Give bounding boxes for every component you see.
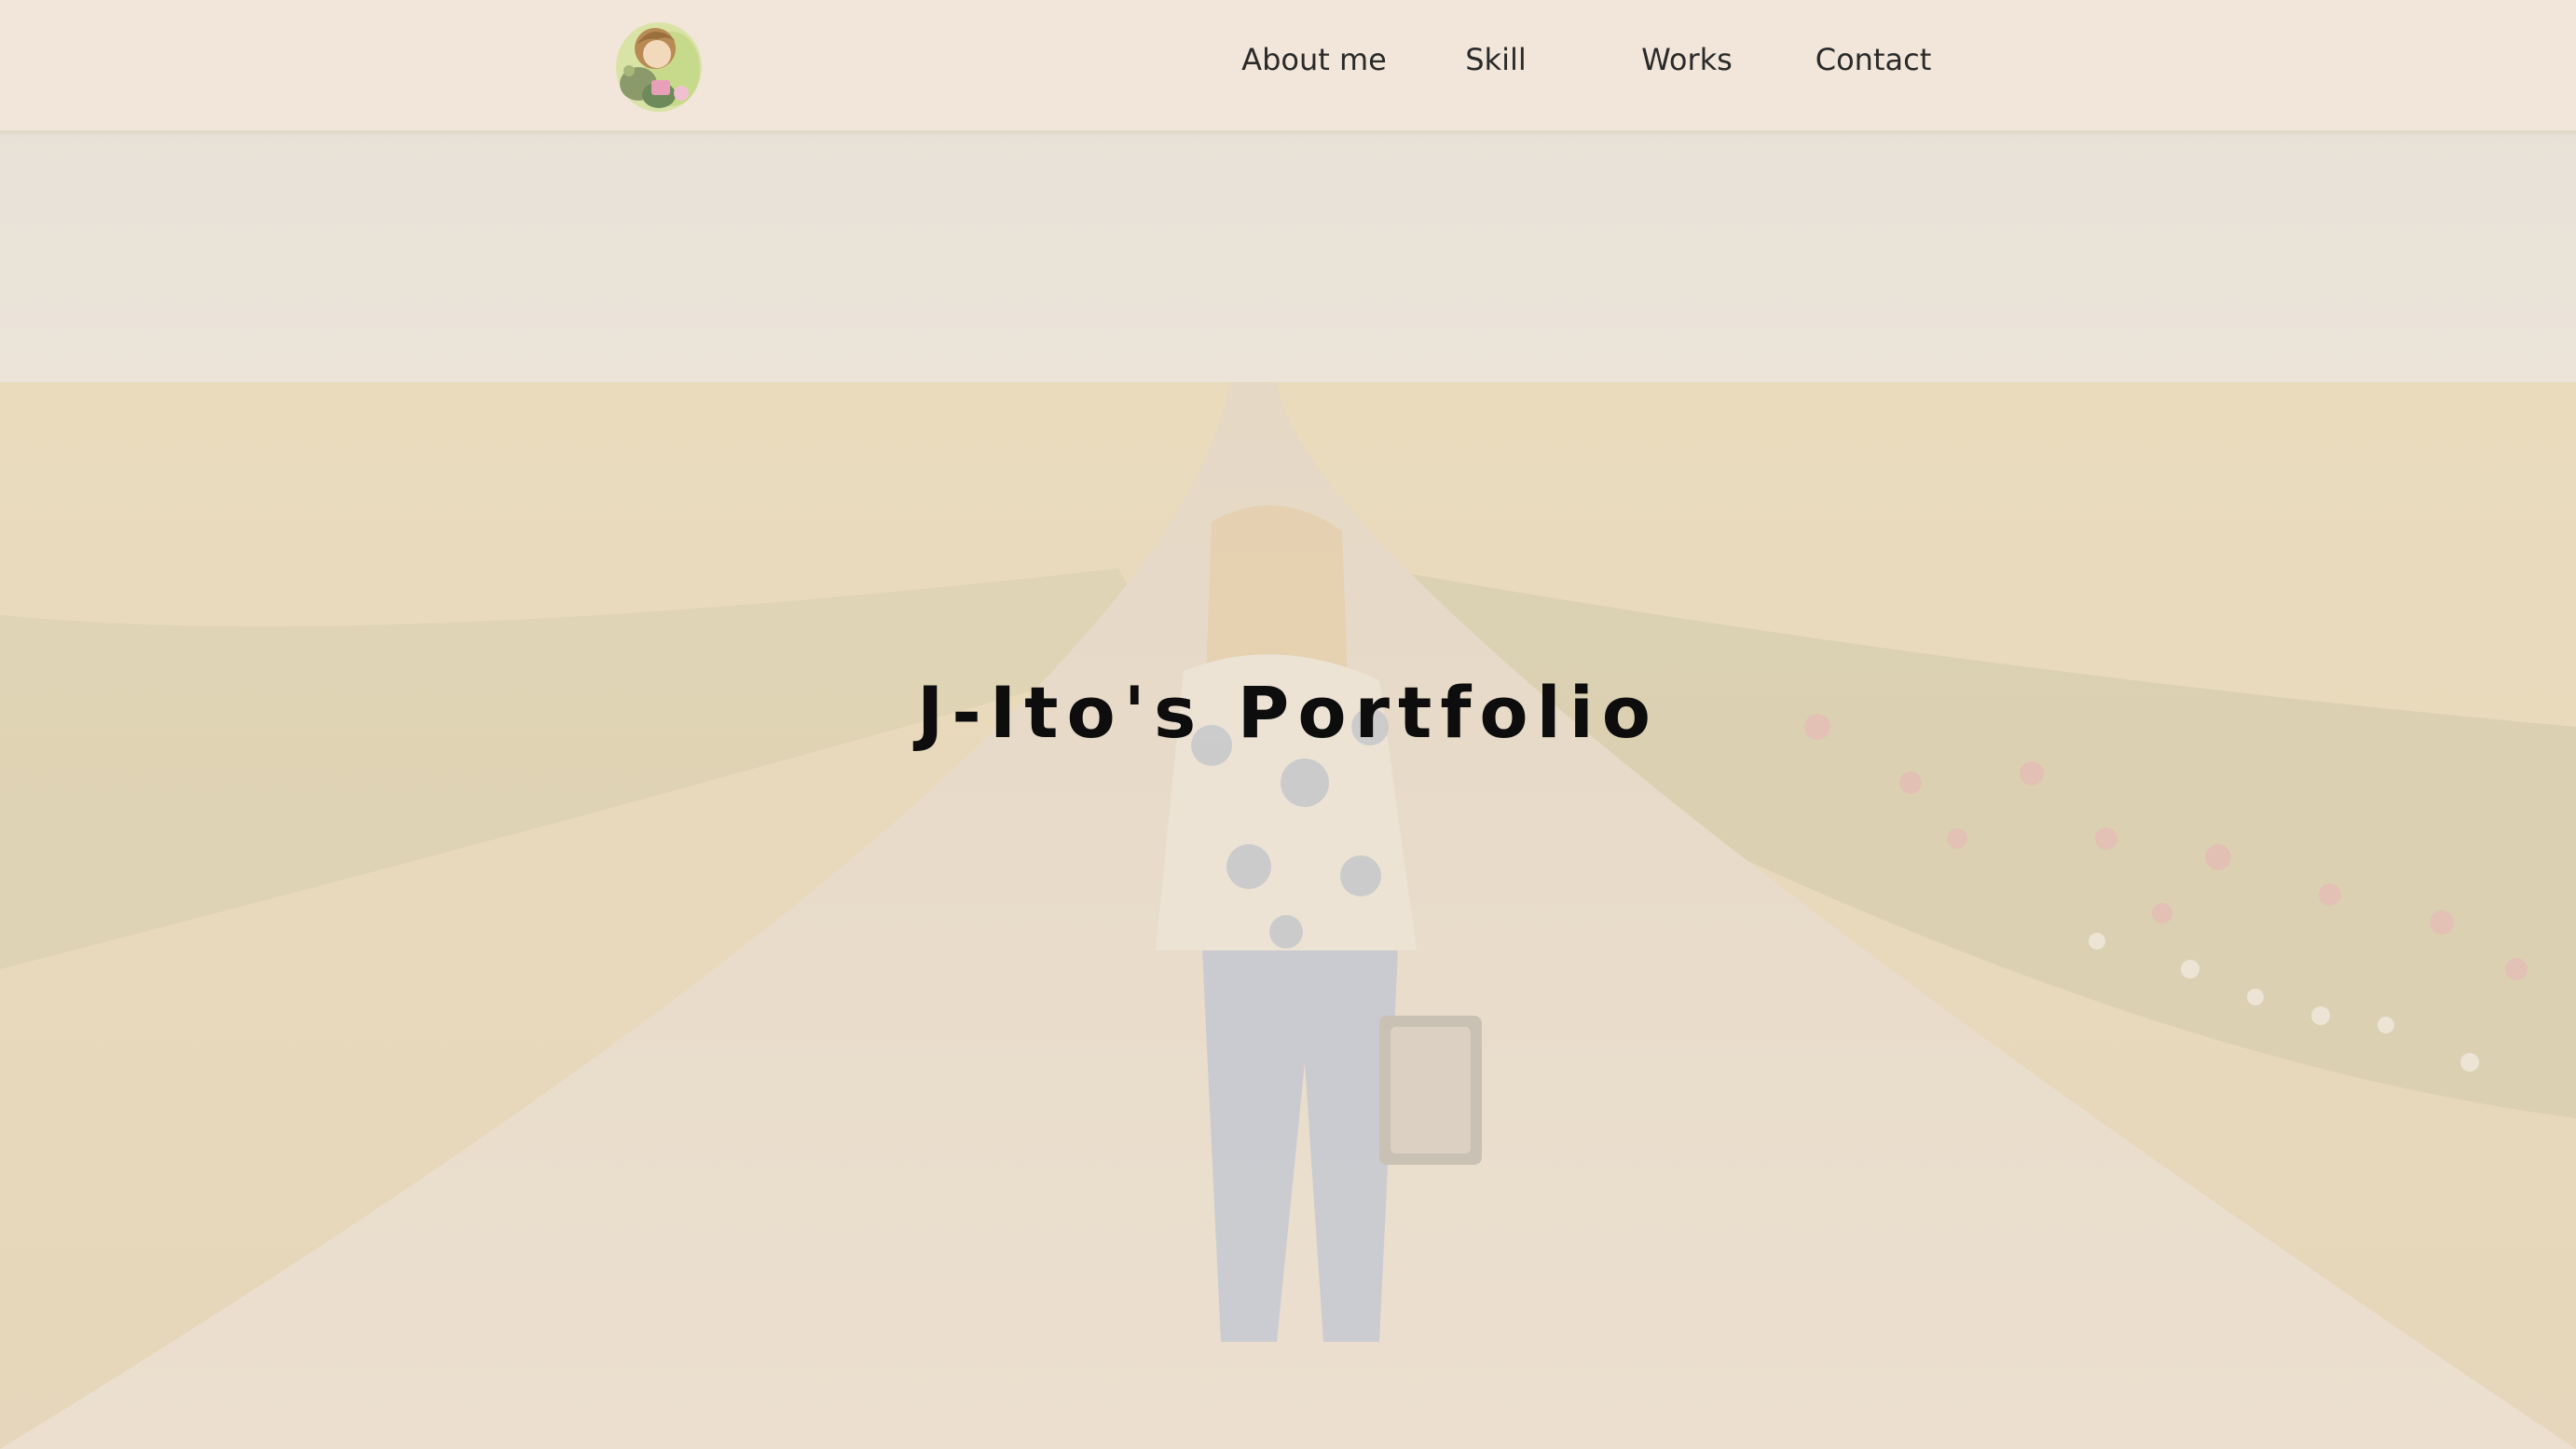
nav-about-me[interactable]: About me — [1212, 42, 1417, 77]
hero-overlay — [0, 130, 2576, 1449]
main-nav: About me Skill Works Contact — [1212, 0, 1976, 130]
hero-section: J-Ito's Portfolio — [0, 130, 2576, 1449]
nav-works[interactable]: Works — [1594, 42, 1780, 77]
hero-title: J-Ito's Portfolio — [917, 671, 1659, 754]
nav-contact[interactable]: Contact — [1771, 42, 1976, 77]
logo-icon[interactable] — [610, 17, 707, 114]
portfolio-page: About me Skill Works Contact J-Ito's Por… — [0, 0, 2576, 1449]
nav-skill[interactable]: Skill — [1407, 42, 1584, 77]
site-header: About me Skill Works Contact — [0, 0, 2576, 132]
